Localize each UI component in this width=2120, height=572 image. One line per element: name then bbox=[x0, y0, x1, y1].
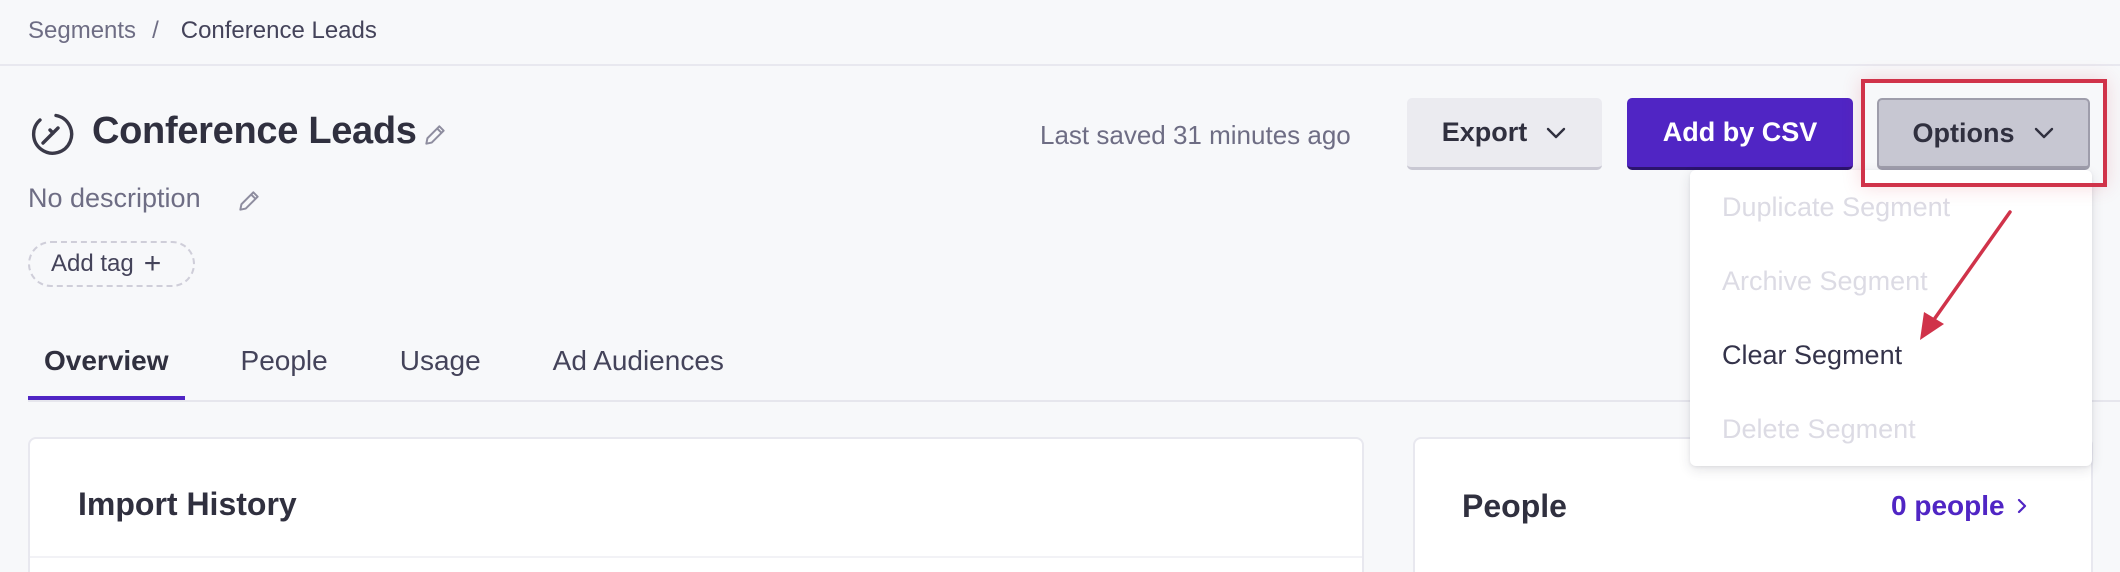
edit-description-pencil-icon[interactable] bbox=[236, 188, 262, 214]
menu-item-delete-segment[interactable]: Delete Segment bbox=[1722, 414, 1916, 445]
chevron-right-icon bbox=[2017, 498, 2026, 514]
import-history-title: Import History bbox=[78, 486, 297, 522]
breadcrumb-separator: / bbox=[152, 17, 159, 44]
options-dropdown-menu: Duplicate Segment Archive Segment Clear … bbox=[1690, 170, 2092, 466]
page-title: Conference Leads bbox=[92, 110, 417, 152]
menu-item-archive-segment[interactable]: Archive Segment bbox=[1722, 266, 1928, 297]
add-tag-label: Add tag bbox=[51, 250, 134, 277]
edit-title-pencil-icon[interactable] bbox=[422, 122, 448, 148]
menu-item-duplicate-segment[interactable]: Duplicate Segment bbox=[1722, 192, 1950, 223]
last-saved-status: Last saved 31 minutes ago bbox=[1040, 120, 1351, 150]
tab-overview[interactable]: Overview bbox=[28, 330, 185, 402]
import-history-divider bbox=[30, 556, 1362, 558]
plus-icon: + bbox=[143, 247, 162, 280]
export-label: Export bbox=[1441, 117, 1528, 147]
menu-item-clear-segment[interactable]: Clear Segment bbox=[1722, 340, 1902, 371]
segment-description: No description bbox=[28, 183, 201, 213]
breadcrumb-current: Conference Leads bbox=[180, 17, 377, 44]
tab-usage[interactable]: Usage bbox=[384, 330, 497, 398]
options-label: Options bbox=[1912, 117, 2015, 148]
segment-wrench-icon bbox=[31, 113, 74, 155]
segment-tabs: Overview People Usage Ad Audiences bbox=[28, 330, 780, 402]
breadcrumb-segments-link[interactable]: Segments bbox=[28, 17, 136, 45]
breadcrumb: Segments / Conference Leads bbox=[28, 14, 377, 48]
add-by-csv-button[interactable]: Add by CSV bbox=[1627, 98, 1853, 170]
people-count-link[interactable]: 0 people bbox=[1891, 490, 2031, 522]
chevron-down-icon bbox=[2034, 127, 2053, 139]
options-button[interactable]: Options bbox=[1877, 98, 2090, 170]
tab-ad-audiences[interactable]: Ad Audiences bbox=[537, 330, 740, 398]
chevron-down-icon bbox=[1547, 127, 1566, 138]
people-count-label: 0 people bbox=[1891, 490, 2005, 521]
header-divider bbox=[0, 64, 2120, 66]
people-card-title: People bbox=[1462, 488, 1567, 524]
tab-people[interactable]: People bbox=[225, 330, 344, 398]
add-tag-button[interactable]: Add tag + bbox=[28, 241, 195, 287]
export-button[interactable]: Export bbox=[1407, 98, 1602, 170]
